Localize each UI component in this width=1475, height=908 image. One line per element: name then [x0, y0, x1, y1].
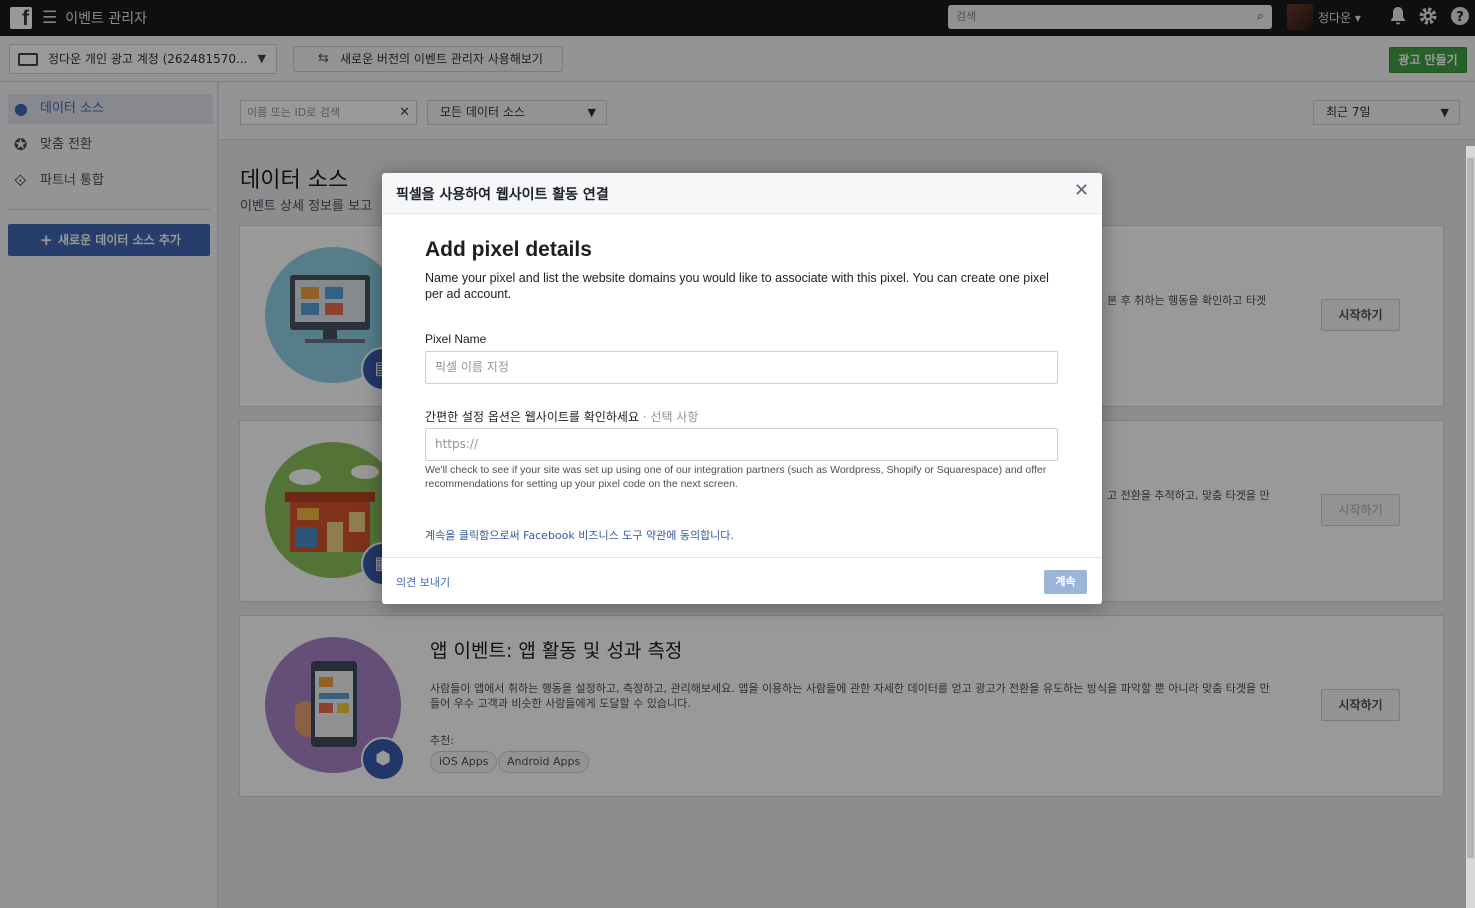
website-help-text: We'll check to see if your site was set …: [425, 464, 1047, 490]
scrollbar-thumb[interactable]: [1467, 158, 1474, 858]
website-label-text: 간편한 설정 옵션은 웹사이트를 확인하세요: [425, 410, 639, 424]
dialog-header: 픽셀을 사용하여 웹사이트 활동 연결 ✕: [382, 173, 1102, 214]
dialog-footer: 의견 보내기 계속: [382, 557, 1102, 604]
dialog-description: Name your pixel and list the website dom…: [425, 271, 1049, 301]
add-pixel-dialog: 픽셀을 사용하여 웹사이트 활동 연결 ✕ Add pixel details …: [382, 173, 1102, 604]
website-url-input[interactable]: https://: [425, 428, 1058, 461]
website-url-placeholder: https://: [435, 437, 479, 451]
page-scrollbar[interactable]: [1466, 146, 1475, 908]
close-icon[interactable]: ✕: [1074, 180, 1089, 201]
pixel-name-input[interactable]: 픽셀 이름 지정: [425, 351, 1058, 384]
dialog-title: 픽셀을 사용하여 웹사이트 활동 연결: [396, 187, 609, 203]
continue-button[interactable]: 계속: [1044, 570, 1087, 594]
send-feedback-link[interactable]: 의견 보내기: [396, 574, 450, 590]
website-label: 간편한 설정 옵션은 웹사이트를 확인하세요 · 선택 사항: [425, 408, 698, 425]
pixel-name-label: Pixel Name: [425, 332, 487, 346]
optional-tag: · 선택 사항: [638, 410, 699, 424]
terms-link[interactable]: 계속을 클릭함으로써 Facebook 비즈니스 도구 약관에 동의합니다.: [425, 527, 734, 543]
pixel-name-placeholder: 픽셀 이름 지정: [435, 360, 509, 374]
dialog-heading: Add pixel details: [425, 238, 592, 261]
